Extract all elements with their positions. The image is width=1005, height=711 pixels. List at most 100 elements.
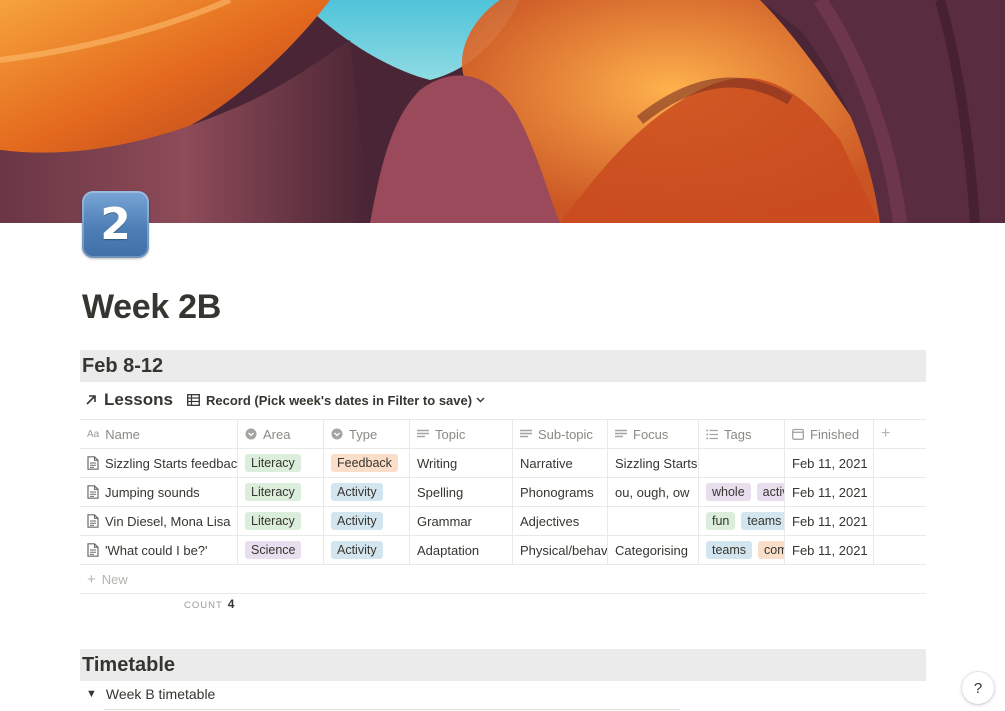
count-summary[interactable]: COUNT 4	[184, 597, 234, 611]
select-property-icon	[245, 428, 257, 440]
column-header-topic[interactable]: Topic	[410, 420, 513, 448]
area-tag: Literacy	[245, 512, 301, 530]
row-name: Jumping sounds	[105, 484, 200, 500]
timetable-heading: Timetable	[82, 653, 175, 676]
row-topic-cell[interactable]: Spelling	[410, 478, 513, 506]
toggle-triangle-icon[interactable]: ▼	[86, 688, 97, 700]
row-finished-cell[interactable]: Feb 11, 2021	[785, 507, 874, 535]
column-header-focus[interactable]: Focus	[608, 420, 699, 448]
divider	[104, 709, 680, 710]
column-header-name[interactable]: Aa Name	[80, 420, 238, 448]
tag-chip: activ	[756, 483, 784, 501]
row-type-cell[interactable]: Feedback	[324, 449, 410, 477]
row-tags-cell[interactable]: teams com	[699, 536, 785, 564]
table-row[interactable]: Sizzling Starts feedbac Literacy Feedback W…	[80, 449, 926, 478]
row-empty-cell[interactable]	[874, 449, 926, 477]
count-value: 4	[227, 597, 235, 611]
row-empty-cell[interactable]	[874, 478, 926, 506]
tag-chip: fun	[706, 512, 736, 530]
row-subtopic: Physical/behavi	[520, 542, 608, 558]
row-type-cell[interactable]: Activity	[324, 536, 410, 564]
row-focus: Sizzling Starts	[615, 455, 698, 471]
help-button[interactable]: ?	[962, 672, 994, 704]
add-property-button[interactable]: +	[874, 420, 926, 448]
row-focus: ou, ough, ow	[615, 484, 690, 500]
column-header-type[interactable]: Type	[324, 420, 410, 448]
page-title: Week 2B	[82, 288, 222, 326]
help-label: ?	[973, 679, 983, 697]
row-subtopic: Phonograms	[520, 484, 594, 500]
row-tags-cell[interactable]: fun teams	[699, 507, 785, 535]
row-area-cell[interactable]: Science	[238, 536, 324, 564]
row-subtopic-cell[interactable]: Phonograms	[513, 478, 608, 506]
page-document-icon	[87, 456, 99, 470]
toggle-label: Week B timetable	[105, 686, 216, 702]
area-tag: Literacy	[245, 454, 301, 472]
column-header-tags[interactable]: Tags	[699, 420, 785, 448]
database-title[interactable]: Lessons	[104, 390, 173, 410]
view-selector[interactable]: Record (Pick week's dates in Filter to s…	[187, 393, 485, 408]
row-area-cell[interactable]: Literacy	[238, 507, 324, 535]
plus-icon: +	[87, 570, 96, 588]
row-finished: Feb 11, 2021	[792, 542, 868, 558]
column-header-area[interactable]: Area	[238, 420, 324, 448]
row-name-cell[interactable]: Vin Diesel, Mona Lisa	[80, 507, 238, 535]
tag-chip: whole	[706, 483, 751, 501]
row-name-cell[interactable]: Sizzling Starts feedbac	[80, 449, 238, 477]
type-tag: Activity	[331, 483, 383, 501]
timetable-heading-bar: Timetable	[80, 649, 926, 681]
row-topic-cell[interactable]: Grammar	[410, 507, 513, 535]
row-tags-cell[interactable]: whole activ	[699, 478, 785, 506]
table-row[interactable]: Vin Diesel, Mona Lisa Literacy Activity Gra…	[80, 507, 926, 536]
area-tag: Literacy	[245, 483, 301, 501]
row-type-cell[interactable]: Activity	[324, 507, 410, 535]
row-subtopic-cell[interactable]: Physical/behavi	[513, 536, 608, 564]
view-label: Record (Pick week's dates in Filter to s…	[205, 392, 473, 408]
cover-image[interactable]	[0, 0, 1005, 223]
linked-arrow-icon[interactable]	[84, 393, 98, 407]
lessons-table: Aa Name Area Type Topic Sub-topic Focus …	[80, 419, 926, 594]
row-empty-cell[interactable]	[874, 536, 926, 564]
row-focus-cell[interactable]: ou, ough, ow	[608, 478, 699, 506]
row-finished-cell[interactable]: Feb 11, 2021	[785, 478, 874, 506]
row-topic: Adaptation	[417, 542, 480, 558]
row-topic: Writing	[417, 455, 458, 471]
page-document-icon	[87, 543, 99, 557]
row-focus-cell[interactable]	[608, 507, 699, 535]
row-area-cell[interactable]: Literacy	[238, 478, 324, 506]
row-name-cell[interactable]: Jumping sounds	[80, 478, 238, 506]
type-tag: Feedback	[331, 454, 398, 472]
calendar-icon	[792, 428, 804, 440]
column-header-subtopic[interactable]: Sub-topic	[513, 420, 608, 448]
row-focus: Categorising	[615, 542, 688, 558]
week-heading-bar: Feb 8-12	[80, 350, 926, 382]
table-view-icon	[187, 394, 200, 406]
row-tags-cell[interactable]	[699, 449, 785, 477]
new-row-button[interactable]: + New	[80, 565, 926, 594]
keycap-digit-two-icon[interactable]: 2	[82, 191, 149, 258]
tag-chip: teams	[741, 512, 784, 530]
row-subtopic-cell[interactable]: Narrative	[513, 449, 608, 477]
row-empty-cell[interactable]	[874, 507, 926, 535]
row-finished-cell[interactable]: Feb 11, 2021	[785, 449, 874, 477]
row-type-cell[interactable]: Activity	[324, 478, 410, 506]
row-name: Sizzling Starts feedbac	[105, 455, 238, 471]
row-subtopic: Narrative	[520, 455, 573, 471]
row-finished: Feb 11, 2021	[792, 513, 868, 529]
text-lines-icon	[520, 429, 532, 440]
row-finished-cell[interactable]: Feb 11, 2021	[785, 536, 874, 564]
text-property-icon: Aa	[87, 428, 100, 440]
column-header-finished[interactable]: Finished	[785, 420, 874, 448]
row-area-cell[interactable]: Literacy	[238, 449, 324, 477]
table-row[interactable]: Jumping sounds Literacy Activity Spelling Ph…	[80, 478, 926, 507]
row-topic-cell[interactable]: Adaptation	[410, 536, 513, 564]
timetable-toggle[interactable]: ▼ Week B timetable	[86, 686, 215, 702]
page-document-icon	[87, 485, 99, 499]
table-row[interactable]: 'What could I be?' Science Activity Adaptat…	[80, 536, 926, 565]
row-subtopic-cell[interactable]: Adjectives	[513, 507, 608, 535]
row-name-cell[interactable]: 'What could I be?'	[80, 536, 238, 564]
row-topic-cell[interactable]: Writing	[410, 449, 513, 477]
row-focus-cell[interactable]: Sizzling Starts	[608, 449, 699, 477]
row-focus-cell[interactable]: Categorising	[608, 536, 699, 564]
page-document-icon	[87, 514, 99, 528]
